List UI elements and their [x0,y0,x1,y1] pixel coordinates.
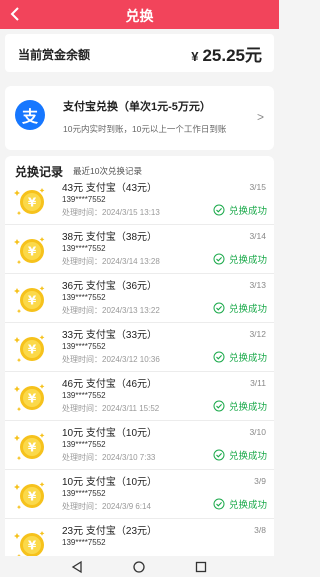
record-time: 处理时间：2024/3/9 6:14 [62,502,151,511]
balance-label: 当前赏金余额 [18,48,91,62]
gold-coin-icon: ¥ [14,184,48,218]
record-date: 3/15 [249,182,266,192]
balance-amount: ¥25.25元 [191,41,262,66]
record-date: 3/11 [250,378,266,388]
list-item[interactable]: ¥46元 支付宝（46元） 139****7552 处理时间：2024/3/11 1… [5,372,274,421]
record-date: 3/9 [254,476,266,486]
check-circle-icon [213,253,225,265]
check-circle-icon [213,449,225,461]
svg-text:¥: ¥ [28,196,37,210]
record-time: 处理时间：2024/3/11 15:52 [62,404,160,413]
record-phone: 139****7552 [62,293,106,302]
record-date: 3/13 [249,280,266,290]
alipay-logo-icon: 支 [15,100,45,130]
gold-coin-icon: ¥ [14,527,48,556]
status-badge: 兑换成功 [213,203,267,217]
record-title: 33元 支付宝（33元） [62,330,158,341]
status-text: 兑换成功 [228,451,267,462]
record-time: 处理时间：2024/3/10 7:33 [62,453,156,462]
status-text: 兑换成功 [228,255,267,266]
gold-coin-icon: ¥ [14,429,48,463]
record-title: 10元 支付宝（10元） [62,428,158,439]
svg-text:¥: ¥ [28,392,37,406]
check-circle-icon [213,302,225,314]
list-item[interactable]: ¥33元 支付宝（33元） 139****7552 处理时间：2024/3/12 1… [5,323,274,372]
alipay-exchange-card[interactable]: 支 支付宝兑换（单次1元-5万元） 10元内实时到账，10元以上一个工作日到账 … [5,86,274,150]
svg-text:¥: ¥ [28,441,37,455]
record-title: 46元 支付宝（46元） [62,379,158,390]
balance-value: 25.25元 [202,46,262,65]
status-badge: 兑换成功 [213,448,267,462]
nav-back-icon[interactable] [70,560,84,574]
svg-text:¥: ¥ [28,245,37,259]
svg-text:¥: ¥ [28,539,37,553]
check-circle-icon [213,204,225,216]
record-date: 3/12 [249,329,266,339]
page-title: 兑换 [125,8,154,24]
list-item[interactable]: ¥10元 支付宝（10元） 139****7552 处理时间：2024/3/10 7… [5,421,274,470]
svg-text:¥: ¥ [28,490,37,504]
record-title: 10元 支付宝（10元） [62,477,158,488]
record-time: 处理时间：2024/3/15 13:13 [62,208,160,217]
status-badge: 兑换成功 [213,252,267,266]
system-nav-bar [0,557,279,577]
record-date: 3/8 [254,525,266,535]
chevron-right-icon: > [256,110,264,124]
check-circle-icon [213,400,225,412]
record-time: 处理时间：2024/3/13 13:22 [62,306,160,315]
list-item[interactable]: ¥43元 支付宝（43元） 139****7552 处理时间：2024/3/15 1… [5,176,274,225]
status-badge: 兑换成功 [213,350,267,364]
gold-coin-icon: ¥ [14,233,48,267]
record-date: 3/14 [249,231,266,241]
status-text: 兑换成功 [228,353,267,364]
record-title: 43元 支付宝（43元） [62,183,158,194]
svg-text:¥: ¥ [28,294,37,308]
check-circle-icon [213,498,225,510]
status-badge: 兑换成功 [213,497,267,511]
list-item[interactable]: ¥38元 支付宝（38元） 139****7552 处理时间：2024/3/14 1… [5,225,274,274]
alipay-exchange-title: 支付宝兑换（单次1元-5万元） [63,101,211,113]
record-date: 3/10 [249,427,266,437]
record-phone: 139****7552 [62,195,106,204]
gold-coin-icon: ¥ [14,380,48,414]
exchange-records: 兑换记录 最近10次兑换记录 ¥43元 支付宝（43元） 139****7552 处… [5,156,274,556]
record-phone: 139****7552 [62,244,106,253]
balance-card: 当前赏金余额 ¥25.25元 [5,34,274,72]
status-badge: 兑换成功 [213,399,267,413]
record-phone: 139****7552 [62,342,106,351]
gold-coin-icon: ¥ [14,478,48,512]
record-title: 38元 支付宝（38元） [62,232,158,243]
record-phone: 139****7552 [62,440,106,449]
list-item[interactable]: ¥23元 支付宝（23元） 139****7552 3/8 [5,519,274,556]
nav-recents-icon[interactable] [194,560,208,574]
alipay-exchange-desc: 10元内实时到账，10元以上一个工作日到账 [63,124,227,134]
list-item[interactable]: ¥36元 支付宝（36元） 139****7552 处理时间：2024/3/13 1… [5,274,274,323]
record-title: 23元 支付宝（23元） [62,526,158,537]
gold-coin-icon: ¥ [14,331,48,365]
status-text: 兑换成功 [228,402,267,413]
status-text: 兑换成功 [228,206,267,217]
record-phone: 139****7552 [62,391,106,400]
check-circle-icon [213,351,225,363]
list-item[interactable]: ¥10元 支付宝（10元） 139****7552 处理时间：2024/3/9 6:… [5,470,274,519]
gold-coin-icon: ¥ [14,282,48,316]
record-title: 36元 支付宝（36元） [62,281,158,292]
status-text: 兑换成功 [228,500,267,511]
record-phone: 139****7552 [62,538,106,547]
svg-text:¥: ¥ [28,343,37,357]
currency-symbol: ¥ [191,49,199,64]
record-time: 处理时间：2024/3/14 13:28 [62,257,160,266]
app-header: 兑换 [0,0,279,29]
status-text: 兑换成功 [228,304,267,315]
status-badge: 兑换成功 [213,301,267,315]
record-time: 处理时间：2024/3/12 10:36 [62,355,160,364]
nav-home-icon[interactable] [132,560,146,574]
record-phone: 139****7552 [62,489,106,498]
